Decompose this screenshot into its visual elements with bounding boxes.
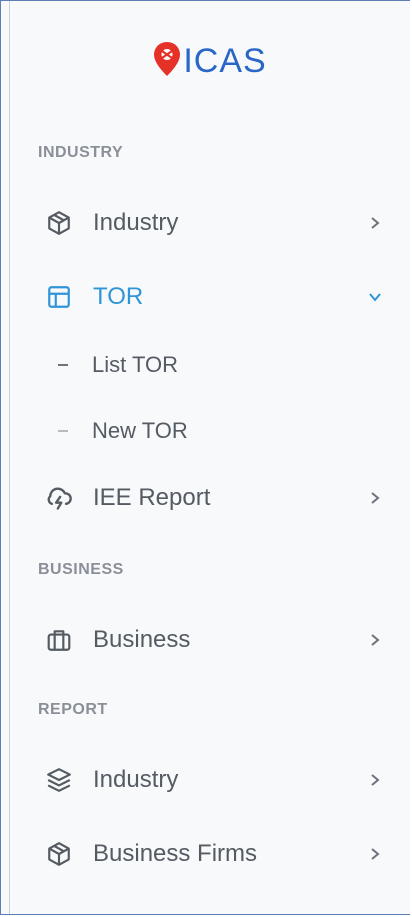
cube-icon: [44, 208, 74, 238]
sidebar-item-label: IEE Report: [93, 484, 211, 511]
bullet-dash: [58, 364, 68, 366]
sidebar-subitem-new-tor[interactable]: New TOR: [10, 409, 410, 453]
sidebar-item-label: TOR: [93, 283, 144, 310]
section-business: BUSINESS: [38, 561, 124, 578]
sidebar-item-label: Business: [93, 626, 191, 653]
chevron-right-icon: [368, 491, 382, 505]
sidebar-subitem-label: List TOR: [92, 352, 178, 377]
brand-name: ICAS: [183, 42, 267, 80]
chevron-right-icon: [368, 216, 382, 230]
sidebar-item-business[interactable]: Business: [10, 613, 410, 667]
sidebar-subitem-label: New TOR: [92, 418, 188, 443]
sidebar-item-label: Business Firms: [93, 840, 258, 867]
map-marker-icon: [153, 41, 181, 82]
bullet-dash: [58, 430, 68, 432]
sidebar-frame: ICAS INDUSTRY Industry TOR List TOR New …: [0, 0, 410, 915]
briefcase-icon: [44, 625, 74, 655]
section-industry: INDUSTRY: [38, 144, 124, 161]
sidebar-item-tor[interactable]: TOR: [10, 270, 410, 324]
chevron-right-icon: [368, 847, 382, 861]
cube-icon: [44, 839, 74, 869]
sidebar-item-label: Industry: [93, 209, 179, 236]
layers-icon: [44, 765, 74, 795]
sidebar: ICAS INDUSTRY Industry TOR List TOR New …: [9, 1, 410, 914]
chevron-right-icon: [368, 633, 382, 647]
layout-icon: [44, 282, 74, 312]
brand-logo[interactable]: ICAS: [10, 41, 410, 82]
sidebar-item-report-industry[interactable]: Industry: [10, 753, 410, 807]
chevron-right-icon: [368, 773, 382, 787]
sidebar-item-industry[interactable]: Industry: [10, 196, 410, 250]
sidebar-item-label: Industry: [93, 766, 179, 793]
sidebar-subitem-list-tor[interactable]: List TOR: [10, 343, 410, 387]
section-report: REPORT: [38, 701, 108, 718]
cloud-lightning-icon: [44, 483, 74, 513]
sidebar-item-iee-report[interactable]: IEE Report: [10, 471, 410, 525]
chevron-down-icon: [368, 290, 382, 304]
sidebar-item-business-firms[interactable]: Business Firms: [10, 827, 410, 881]
